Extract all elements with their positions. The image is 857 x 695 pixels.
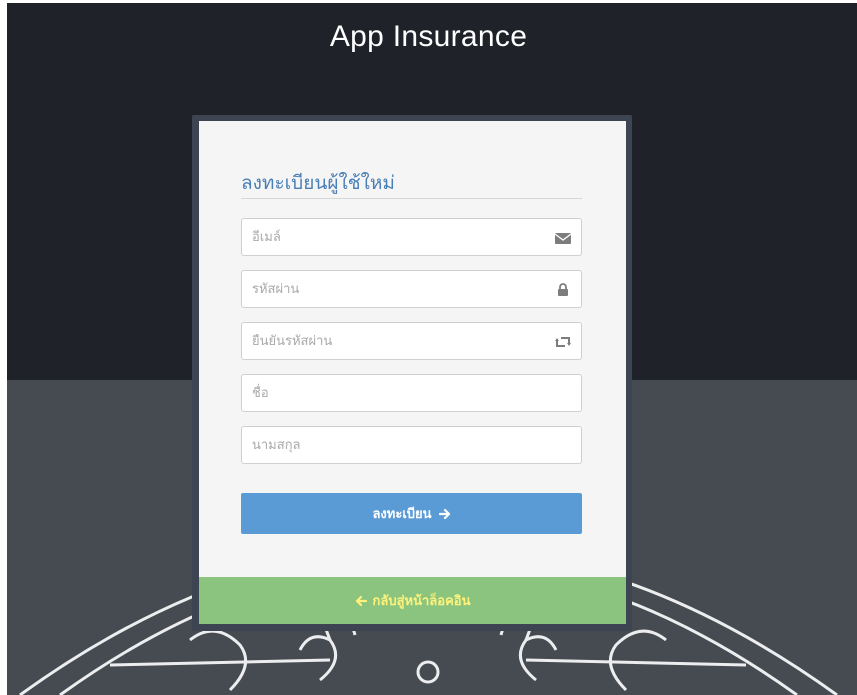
email-field[interactable] xyxy=(241,218,582,256)
title-divider xyxy=(241,198,582,199)
confirm-password-field[interactable] xyxy=(241,322,582,360)
arrow-right-icon xyxy=(438,508,450,519)
app-title: App Insurance xyxy=(329,20,528,53)
first-name-field[interactable] xyxy=(241,374,582,412)
password-field[interactable] xyxy=(241,270,582,308)
register-button-label: ลงทะเบียน xyxy=(372,507,432,522)
email-input[interactable] xyxy=(242,219,581,255)
password-input[interactable] xyxy=(242,271,581,307)
back-to-login-label: กลับสู่หน้าล็อคอิน xyxy=(372,594,471,609)
retweet-icon xyxy=(555,337,571,347)
arrow-left-icon xyxy=(355,595,367,606)
back-to-login-button[interactable]: กลับสู่หน้าล็อคอิน xyxy=(199,577,626,624)
envelope-icon xyxy=(554,233,572,244)
last-name-field[interactable] xyxy=(241,426,582,464)
register-button[interactable]: ลงทะเบียน xyxy=(241,493,582,534)
lock-icon xyxy=(558,283,568,296)
last-name-input[interactable] xyxy=(242,427,581,463)
first-name-input[interactable] xyxy=(242,375,581,411)
form-title: ลงทะเบียนผู้ใช้ใหม่ xyxy=(241,172,395,194)
confirm-password-input[interactable] xyxy=(242,323,581,359)
